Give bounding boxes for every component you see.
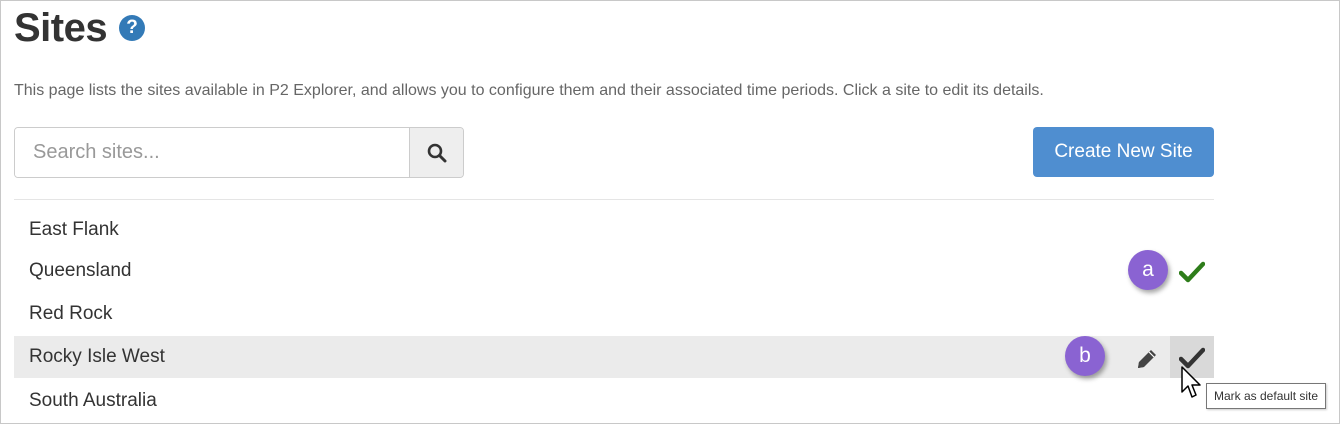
site-name: South Australia [29,390,157,411]
site-row-south-australia[interactable]: South Australia [14,380,1214,422]
callout-b: b [1065,336,1105,376]
search-group [14,127,464,178]
question-circle-icon[interactable]: ? [119,15,146,41]
site-row-east-flank[interactable]: East Flank [14,209,1214,251]
site-name: East Flank [29,219,119,240]
tooltip: Mark as default site [1206,383,1327,409]
site-row-rocky-isle-west[interactable]: Rocky Isle West [14,336,1214,378]
callout-a: a [1128,250,1168,290]
site-name: Queensland [29,260,132,281]
title-row: Sites ? [14,4,146,52]
default-site-check-icon [1178,260,1206,284]
create-new-site-button[interactable]: Create New Site [1033,127,1214,177]
page-description: This page lists the sites available in P… [14,82,1044,99]
mouse-pointer-icon [1181,366,1201,398]
search-button[interactable] [409,128,463,177]
site-row-queensland[interactable]: Queensland [14,250,1214,292]
site-row-red-rock[interactable]: Red Rock [14,293,1214,335]
search-input[interactable] [15,128,409,177]
site-name: Red Rock [29,303,113,324]
site-name: Rocky Isle West [29,346,165,367]
page-title: Sites [14,5,108,50]
search-icon [427,143,446,162]
pencil-icon[interactable] [1133,345,1161,373]
divider [14,199,1214,200]
